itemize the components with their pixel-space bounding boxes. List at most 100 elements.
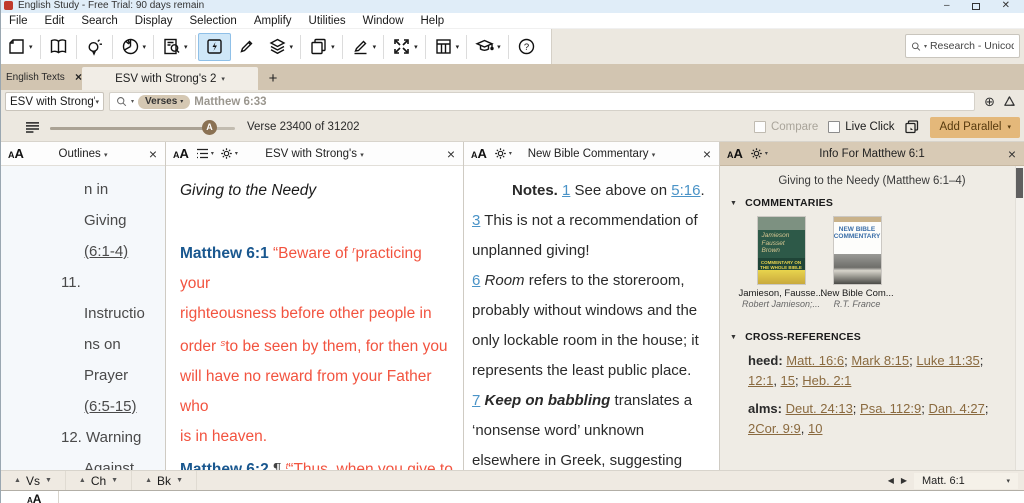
copy-panels-icon[interactable]: ▾ [303, 33, 340, 61]
new-tab-button[interactable]: + [258, 67, 288, 90]
add-parallel-dropdown-icon[interactable]: ▾ [1007, 123, 1011, 131]
live-click-checkbox-box[interactable] [828, 121, 841, 133]
current-reference-dropdown[interactable]: Matt. 6:1 ▾ [914, 472, 1018, 489]
reference-link[interactable]: Psa. 112:9 [860, 401, 921, 416]
reference-link[interactable]: 5:16 [671, 182, 700, 199]
verse-matthew-6-2[interactable]: Matthew 6:2 ¶ t“Thus, when you give toth… [180, 452, 455, 470]
esv-panel-title[interactable]: ESV with Strong's ▾ [196, 148, 433, 160]
resource-selector[interactable]: ESV with Strong's ▾ [5, 92, 104, 111]
parallel-panels-icon[interactable] [904, 119, 920, 135]
compare-checkbox[interactable]: Compare [753, 121, 818, 133]
research-search-box[interactable]: ▾ Research - Unicode [905, 34, 1020, 58]
cycle-icon[interactable] [1003, 95, 1016, 108]
close-panel-icon[interactable]: × [1008, 147, 1016, 161]
reference-link[interactable]: 10 [808, 421, 822, 436]
library-icon[interactable] [43, 33, 74, 61]
history-back-icon[interactable]: ◀ [888, 476, 894, 485]
reference-link[interactable]: Matt. 16:6 [786, 353, 844, 368]
menu-utilities[interactable]: Utilities [309, 15, 346, 27]
font-size-icon[interactable]: AA [27, 492, 41, 503]
reference-link[interactable]: 2Cor. 9:9 [748, 421, 801, 436]
search-scope-dropdown-icon[interactable]: ▾ [924, 43, 927, 50]
commentary-paragraph[interactable]: 7 Keep on babbling translates a ‘nonsense… [472, 386, 713, 470]
outline-item-link[interactable]: (6:5-15) [1, 391, 165, 422]
menu-amplify[interactable]: Amplify [254, 15, 292, 27]
live-click-checkbox[interactable]: Live Click [828, 121, 894, 133]
font-size-icon[interactable]: AA [8, 146, 24, 161]
close-panel-icon[interactable]: × [149, 147, 157, 161]
scrollbar-thumb[interactable] [1016, 168, 1023, 198]
close-button[interactable]: ✕ [1002, 0, 1010, 12]
search-document-icon[interactable]: ▾ [156, 33, 193, 61]
menu-display[interactable]: Display [135, 15, 173, 27]
maximize-button[interactable] [971, 3, 980, 10]
expand-icon[interactable]: ▾ [386, 33, 423, 61]
commentaries-section-header[interactable]: ▼ COMMENTARIES [720, 197, 1024, 209]
menu-window[interactable]: Window [363, 15, 404, 27]
verses-scope-chip[interactable]: Verses ▾ [138, 94, 191, 109]
factbook-icon[interactable]: ▾ [115, 33, 152, 61]
reference-dropdown-icon[interactable]: ▾ [1006, 477, 1010, 485]
zoom-add-icon[interactable]: ⊕ [984, 94, 995, 110]
collapse-triangle-icon[interactable]: ▼ [730, 200, 737, 207]
new-document-icon[interactable]: ▾ [1, 33, 38, 61]
next-chapter-icon[interactable]: ▼ [111, 477, 118, 484]
reference-link[interactable]: Heb. 2:1 [802, 373, 851, 388]
power-lookup-icon[interactable] [197, 32, 231, 61]
compare-checkbox-box[interactable] [753, 121, 766, 133]
commentary-paragraph[interactable]: 6 Room refers to the storeroom, probably … [472, 266, 713, 386]
menu-selection[interactable]: Selection [190, 15, 237, 27]
crossref-alms[interactable]: alms: Deut. 24:13; Psa. 112:9; Dan. 4:27… [720, 399, 1024, 439]
previous-book-icon[interactable]: ▲ [145, 477, 152, 484]
menu-search[interactable]: Search [81, 15, 117, 27]
outline-item-link[interactable]: (6:1-4) [1, 236, 165, 267]
reference-input-value[interactable]: Matthew 6:33 [194, 96, 266, 108]
verse-position-slider[interactable]: A [50, 119, 235, 135]
crossref-heed[interactable]: heed: Matt. 16:6; Mark 8:15; Luke 11:35;… [720, 351, 1024, 391]
reference-link[interactable]: Deut. 24:13 [786, 401, 853, 416]
verse-matthew-6-1[interactable]: Matthew 6:1 “Beware of rpracticing your r… [180, 236, 455, 452]
courses-icon[interactable]: ▾ [469, 33, 506, 61]
close-panel-icon[interactable]: × [703, 147, 711, 161]
table-icon[interactable]: ▾ [428, 33, 465, 61]
close-panel-icon[interactable]: × [447, 147, 455, 161]
reference-link[interactable]: 15 [781, 373, 795, 388]
scrollbar[interactable] [1015, 166, 1024, 470]
book-cover[interactable]: NEW BIBLE COMMENTARY [833, 217, 881, 284]
pencil-icon[interactable] [231, 33, 262, 61]
resource-dropdown-icon[interactable]: ▾ [95, 98, 99, 106]
contents-list-icon[interactable] [25, 121, 40, 134]
add-parallel-button[interactable]: Add Parallel ▾ [930, 116, 1020, 138]
close-group-icon[interactable]: × [75, 71, 82, 83]
bright-ideas-icon[interactable] [79, 33, 110, 61]
collapse-triangle-icon[interactable]: ▼ [730, 334, 737, 341]
search-type-dropdown-icon[interactable]: ▾ [131, 98, 134, 105]
next-book-icon[interactable]: ▼ [176, 477, 183, 484]
commentary-notes-paragraph[interactable]: Notes. 1 See above on 5:16. [472, 176, 713, 206]
reference-link[interactable]: Mark 8:15 [851, 353, 909, 368]
commentary-panel-title[interactable]: New Bible Commentary ▾ [494, 148, 689, 160]
font-size-icon[interactable]: AA [471, 146, 487, 161]
history-forward-icon[interactable]: ▶ [901, 476, 907, 485]
outlines-panel-title[interactable]: Outlines ▾ [31, 148, 135, 160]
menu-edit[interactable]: Edit [45, 15, 65, 27]
slider-knob[interactable]: A [202, 119, 217, 135]
tab-dropdown-icon[interactable]: ▾ [221, 75, 225, 83]
book-cover[interactable]: Jamieson Fausset Brown COMMENTARY ON THE… [757, 217, 805, 284]
layers-icon[interactable]: ▾ [262, 33, 299, 61]
menu-help[interactable]: Help [421, 15, 445, 27]
previous-chapter-icon[interactable]: ▲ [79, 477, 86, 484]
tab-esv-with-strongs-2[interactable]: ESV with Strong's 2 ▾ [82, 67, 258, 90]
previous-verse-icon[interactable]: ▲ [14, 477, 21, 484]
reference-link[interactable]: Dan. 4:27 [928, 401, 984, 416]
reference-search-box[interactable]: ▾ Verses ▾ Matthew 6:33 [109, 92, 976, 111]
book-new-bible-commentary[interactable]: NEW BIBLE COMMENTARY New Bible Com... R.… [820, 217, 894, 309]
font-size-icon[interactable]: AA [727, 146, 743, 161]
reference-link[interactable]: 12:1 [748, 373, 773, 388]
minimize-button[interactable]: – [944, 0, 950, 12]
font-size-icon[interactable]: AA [173, 146, 189, 161]
menu-file[interactable]: File [9, 15, 28, 27]
next-verse-icon[interactable]: ▼ [45, 477, 52, 484]
reference-link[interactable]: Luke 11:35 [916, 353, 979, 368]
book-jamieson-fausset[interactable]: Jamieson Fausset Brown COMMENTARY ON THE… [739, 217, 824, 309]
